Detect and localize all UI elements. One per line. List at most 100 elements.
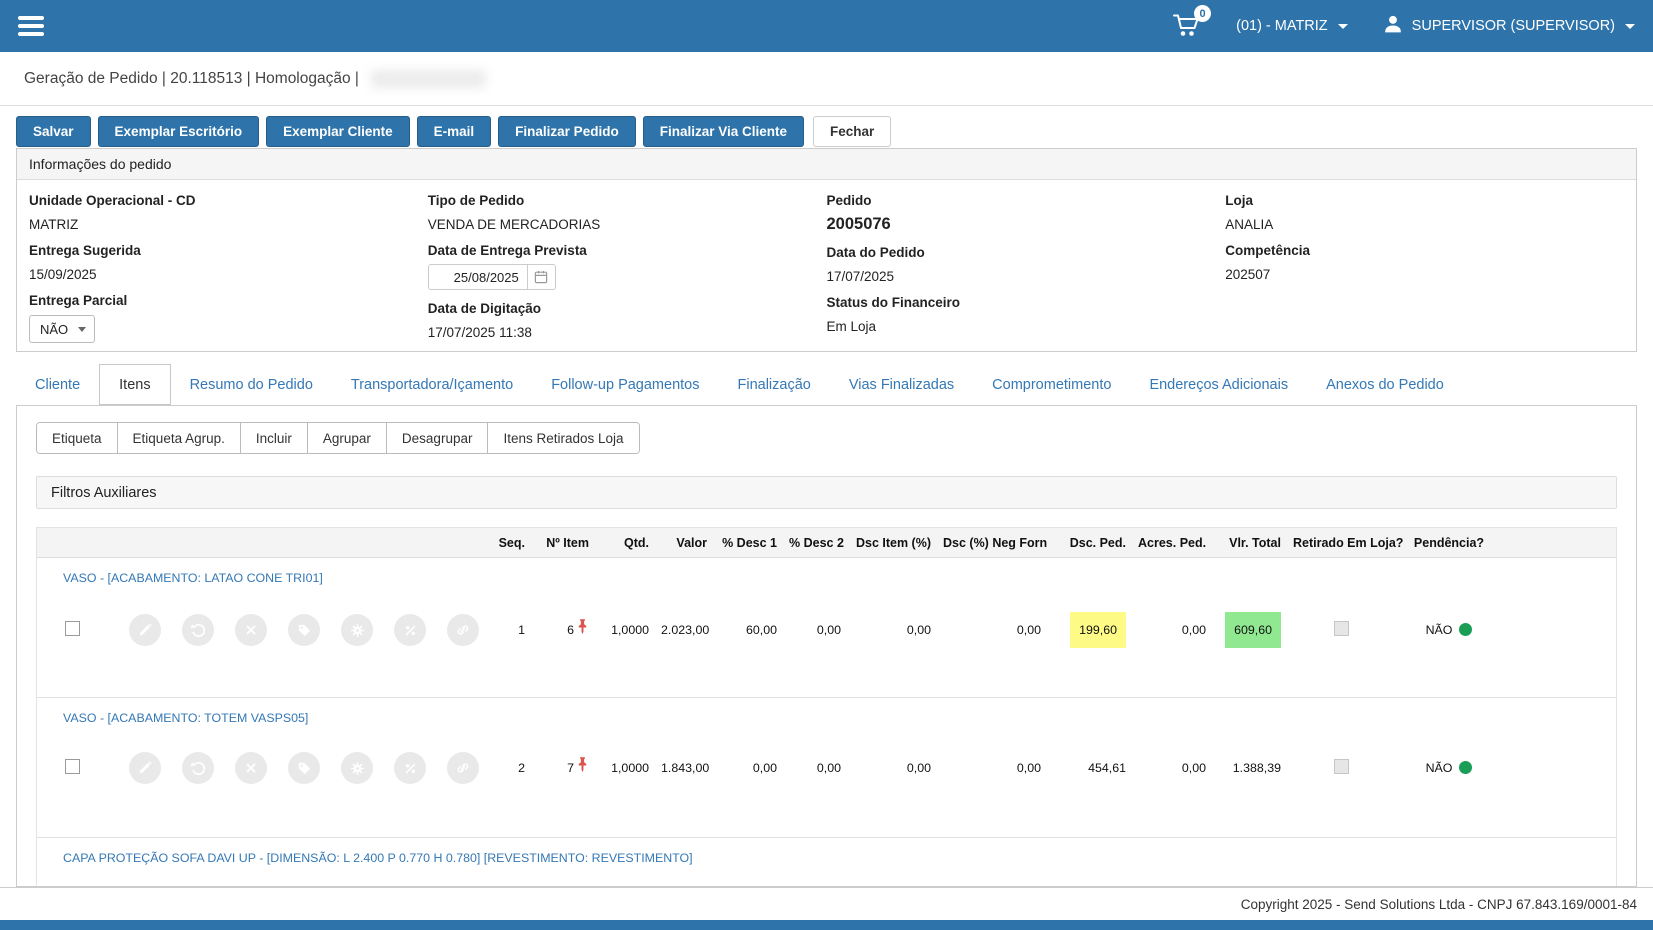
percent-icon[interactable] — [394, 614, 426, 646]
filtros-auxiliares-header[interactable]: Filtros Auxiliares — [36, 476, 1617, 509]
cell-vlr-total: 1.388,39 — [1212, 761, 1287, 775]
cell-vlr-total: 609,60 — [1212, 612, 1287, 648]
item-link[interactable]: VASO - [ACABAMENTO: TOTEM VASPS05] — [63, 711, 308, 725]
desagrupar-button[interactable]: Desagrupar — [386, 423, 488, 453]
entrega-parcial-value: NÃO — [40, 322, 68, 337]
office-copy-button[interactable]: Exemplar Escritório — [98, 116, 260, 147]
tab-finalizacao[interactable]: Finalização — [719, 364, 830, 405]
header-item-no: Nº Item — [531, 536, 595, 550]
history-icon[interactable] — [182, 752, 214, 784]
cell-item-no: 6 — [531, 618, 595, 642]
status-dot-icon — [1459, 623, 1472, 636]
entrega-parcial-select[interactable]: NÃO — [29, 315, 95, 343]
save-button[interactable]: Salvar — [16, 116, 91, 147]
client-copy-button[interactable]: Exemplar Cliente — [266, 116, 410, 147]
table-row: VASO - [ACABAMENTO: LATAO CONE TRI01] 1 — [37, 558, 1616, 698]
cart-icon — [1172, 26, 1200, 42]
item-link[interactable]: VASO - [ACABAMENTO: LATAO CONE TRI01] — [63, 571, 323, 585]
cell-pendencia: NÃO — [1395, 761, 1503, 775]
calendar-icon[interactable] — [528, 264, 556, 290]
close-button[interactable]: Fechar — [813, 116, 891, 147]
footer-bar — [0, 920, 1653, 930]
etiqueta-agrup-button[interactable]: Etiqueta Agrup. — [117, 423, 240, 453]
items-table-header: Seq. Nº Item Qtd. Valor % Desc 1 % Desc … — [37, 528, 1616, 558]
tag-icon[interactable] — [288, 752, 320, 784]
cell-dsc-ped: 199,60 — [1047, 612, 1132, 648]
header-dsc-item: Dsc Item (%) — [847, 536, 937, 550]
header-acres-ped: Acres. Ped. — [1132, 536, 1212, 550]
table-row: CAPA PROTEÇÃO SOFA DAVI UP - [DIMENSÃO: … — [37, 838, 1616, 887]
chevron-down-icon — [1625, 24, 1635, 29]
status-dot-icon — [1459, 761, 1472, 774]
user-dropdown[interactable]: SUPERVISOR (SUPERVISOR) — [1382, 13, 1635, 39]
retirado-checkbox[interactable] — [1334, 621, 1349, 636]
email-button[interactable]: E-mail — [417, 116, 492, 147]
topbar: 0 (01) - MATRIZ SUPERVISOR (SUPERVISOR) — [0, 0, 1653, 52]
branch-dropdown[interactable]: (01) - MATRIZ — [1236, 18, 1348, 34]
percent-icon[interactable] — [394, 752, 426, 784]
cell-pendencia: NÃO — [1395, 623, 1503, 637]
entrega-sugerida-label: Entrega Sugerida — [29, 243, 428, 258]
tab-follow-up-pagamentos[interactable]: Follow-up Pagamentos — [532, 364, 718, 405]
item-link[interactable]: CAPA PROTEÇÃO SOFA DAVI UP - [DIMENSÃO: … — [63, 851, 693, 865]
tab-cliente[interactable]: Cliente — [16, 364, 99, 405]
tab-resumo-do-pedido[interactable]: Resumo do Pedido — [171, 364, 332, 405]
delete-icon[interactable] — [235, 614, 267, 646]
retirado-checkbox[interactable] — [1334, 759, 1349, 774]
etiqueta-button[interactable]: Etiqueta — [37, 423, 117, 453]
user-label: SUPERVISOR (SUPERVISOR) — [1412, 18, 1615, 34]
agrupar-button[interactable]: Agrupar — [307, 423, 386, 453]
unidade-label: Unidade Operacional - CD — [29, 193, 428, 208]
cell-desc2: 0,00 — [783, 623, 847, 637]
user-icon — [1382, 13, 1404, 39]
cell-dsc-neg-forn: 0,00 — [937, 761, 1047, 775]
data-digitacao-value: 17/07/2025 11:38 — [428, 325, 827, 340]
tipo-pedido-value: VENDA DE MERCADORIAS — [428, 217, 827, 232]
history-icon[interactable] — [182, 614, 214, 646]
info-col-2: Tipo de Pedido VENDA DE MERCADORIAS Data… — [428, 182, 827, 343]
item-no-value: 6 — [567, 623, 574, 637]
cell-retirado — [1287, 759, 1395, 777]
cell-qty: 1,0000 — [595, 761, 655, 775]
finalize-via-client-button[interactable]: Finalizar Via Cliente — [643, 116, 804, 147]
tag-icon[interactable] — [288, 614, 320, 646]
edit-icon[interactable] — [129, 614, 161, 646]
redacted-client-name — [371, 70, 486, 88]
edit-icon[interactable] — [129, 752, 161, 784]
cell-qty: 1,0000 — [595, 623, 655, 637]
tab-enderecos-adicionais[interactable]: Endereços Adicionais — [1130, 364, 1307, 405]
gear-icon[interactable] — [341, 752, 373, 784]
header-qtd: Qtd. — [595, 536, 655, 550]
tab-comprometimento[interactable]: Comprometimento — [973, 364, 1130, 405]
cart-button[interactable]: 0 — [1172, 12, 1202, 40]
menu-icon[interactable] — [18, 12, 48, 40]
tab-anexos-do-pedido[interactable]: Anexos do Pedido — [1307, 364, 1463, 405]
row-checkbox[interactable] — [65, 621, 80, 636]
delete-icon[interactable] — [235, 752, 267, 784]
finalize-order-button[interactable]: Finalizar Pedido — [498, 116, 636, 147]
itens-retirados-loja-button[interactable]: Itens Retirados Loja — [487, 423, 638, 453]
data-entrega-prevista-input[interactable] — [428, 264, 528, 290]
tab-transportadora-icamento[interactable]: Transportadora/Içamento — [332, 364, 532, 405]
competencia-value: 202507 — [1225, 267, 1624, 282]
unidade-value: MATRIZ — [29, 217, 428, 232]
pushpin-icon — [576, 756, 589, 776]
header-vlr-total: Vlr. Total — [1212, 536, 1287, 550]
items-panel: Etiqueta Etiqueta Agrup. Incluir Agrupar… — [16, 405, 1637, 887]
chevron-down-icon — [1338, 24, 1348, 29]
incluir-button[interactable]: Incluir — [240, 423, 307, 453]
header-dsc-neg-forn: Dsc (%) Neg Forn — [937, 536, 1047, 550]
branch-label: (01) - MATRIZ — [1236, 18, 1328, 34]
gear-icon[interactable] — [341, 614, 373, 646]
info-col-3: Pedido 2005076 Data do Pedido 17/07/2025… — [827, 182, 1226, 343]
status-financeiro-value: Em Loja — [827, 319, 1226, 334]
cell-acres-ped: 0,00 — [1132, 761, 1212, 775]
header-desc1: % Desc 1 — [713, 536, 783, 550]
entrega-sugerida-value: 15/09/2025 — [29, 267, 428, 282]
row-checkbox[interactable] — [65, 759, 80, 774]
tab-itens[interactable]: Itens — [99, 364, 170, 405]
items-table: Seq. Nº Item Qtd. Valor % Desc 1 % Desc … — [36, 527, 1617, 887]
tab-vias-finalizadas[interactable]: Vias Finalizadas — [830, 364, 973, 405]
cell-desc1: 0,00 — [713, 761, 783, 775]
loja-label: Loja — [1225, 193, 1624, 208]
